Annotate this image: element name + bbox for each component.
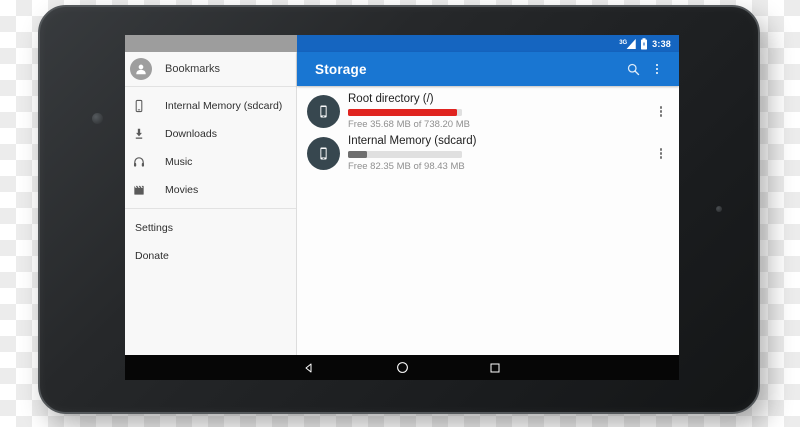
overflow-menu-button[interactable] <box>645 57 669 81</box>
home-icon <box>396 362 408 373</box>
storage-row-root-directory[interactable]: Root directory (/) Free 35.68 MB of 738.… <box>297 90 679 132</box>
headphones-icon <box>131 154 147 170</box>
overflow-menu-icon <box>659 148 663 159</box>
drawer-item-label: Movies <box>165 184 199 196</box>
drawer-item-label: Bookmarks <box>165 63 221 75</box>
sensor-dot <box>716 206 722 212</box>
storage-row-text: Internal Memory (sdcard) Free 82.35 MB o… <box>348 134 477 173</box>
drawer-item-downloads[interactable]: Downloads <box>125 120 296 148</box>
drawer-item-label: Downloads <box>165 128 217 140</box>
navigation-drawer: Bookmarks Internal Memory (sdcard) Downl… <box>125 52 297 355</box>
download-icon <box>131 126 147 142</box>
smartphone-icon <box>307 95 340 128</box>
overflow-menu-icon <box>659 106 663 117</box>
drawer-item-label: Internal Memory (sdcard) <box>165 100 283 112</box>
free-space-label: Free 35.68 MB of 738.20 MB <box>348 119 470 130</box>
battery-icon <box>641 37 648 49</box>
status-bar-content: 3G 3:38 <box>297 35 679 52</box>
status-bar-drawer-scrim <box>125 35 297 52</box>
drawer-item-movies[interactable]: Movies <box>125 176 296 204</box>
free-space-label: Free 82.35 MB of 98.43 MB <box>348 161 465 172</box>
drawer-item-label: Donate <box>135 250 169 262</box>
drawer-item-bookmarks[interactable]: Bookmarks <box>125 52 296 87</box>
transparency-checkerboard-background: 3G 3:38 Bookmarks Internal Memory (sdcar… <box>0 0 800 427</box>
storage-name: Root directory (/) <box>348 93 434 105</box>
row-overflow-button[interactable] <box>651 95 671 128</box>
storage-row-internal-memory[interactable]: Internal Memory (sdcard) Free 82.35 MB o… <box>297 132 679 174</box>
drawer-item-internal-memory[interactable]: Internal Memory (sdcard) <box>125 92 296 120</box>
smartphone-icon <box>307 137 340 170</box>
recents-button[interactable] <box>489 361 502 374</box>
drawer-item-label: Settings <box>135 222 173 234</box>
drawer-item-music[interactable]: Music <box>125 148 296 176</box>
storage-name: Internal Memory (sdcard) <box>348 135 477 147</box>
usage-bar-fill <box>348 151 368 158</box>
usage-bar-track <box>348 151 462 158</box>
page-title: Storage <box>315 61 367 77</box>
main-content: Storage Root directory (/) Free 35.68 MB… <box>297 52 679 355</box>
app-bar: Storage <box>297 52 679 86</box>
tablet-device-frame: 3G 3:38 Bookmarks Internal Memory (sdcar… <box>38 5 760 414</box>
status-bar: 3G 3:38 <box>125 35 679 52</box>
usage-bar-fill <box>348 109 458 116</box>
overflow-menu-icon <box>655 63 659 75</box>
person-icon <box>130 58 152 80</box>
tablet-screen: 3G 3:38 Bookmarks Internal Memory (sdcar… <box>125 35 679 380</box>
drawer-item-settings[interactable]: Settings <box>125 214 296 242</box>
drawer-divider <box>125 208 296 209</box>
movie-icon <box>131 182 147 198</box>
storage-list: Root directory (/) Free 35.68 MB of 738.… <box>297 86 679 174</box>
android-navigation-bar <box>125 355 679 380</box>
drawer-item-donate[interactable]: Donate <box>125 242 296 270</box>
storage-row-text: Root directory (/) Free 35.68 MB of 738.… <box>348 92 470 131</box>
drawer-item-label: Music <box>165 156 193 168</box>
row-overflow-button[interactable] <box>651 137 671 170</box>
front-camera-dot <box>92 113 103 124</box>
search-button[interactable] <box>621 57 645 81</box>
back-button[interactable] <box>303 361 316 374</box>
cellular-signal-icon: 3G <box>619 38 636 49</box>
status-bar-clock: 3:38 <box>652 38 671 49</box>
home-button[interactable] <box>396 361 409 374</box>
smartphone-icon <box>131 98 147 114</box>
usage-bar-track <box>348 109 462 116</box>
back-icon <box>305 363 312 372</box>
recents-icon <box>490 363 500 372</box>
network-type-label: 3G <box>619 40 627 46</box>
search-icon <box>627 63 639 75</box>
